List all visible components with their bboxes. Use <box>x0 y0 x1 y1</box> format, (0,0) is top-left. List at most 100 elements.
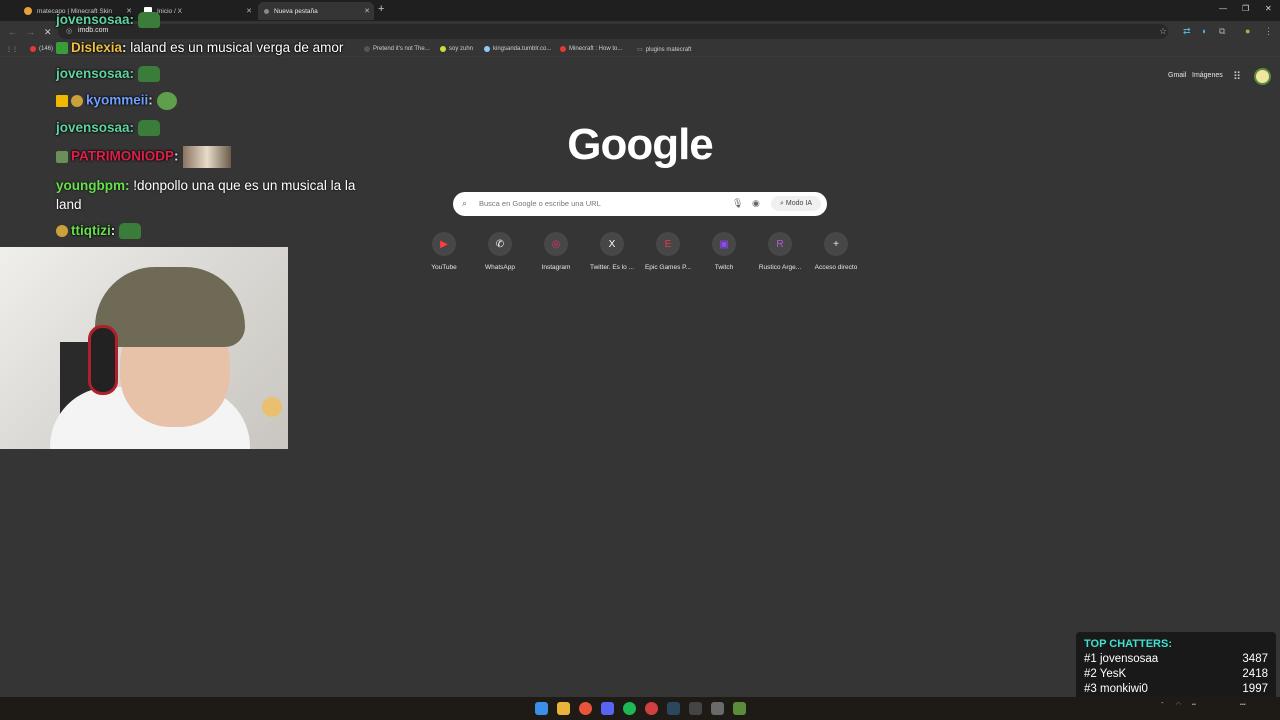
chat-username: Dislexia <box>71 40 123 55</box>
folder-icon: ▭ <box>637 47 643 53</box>
frog-emote-icon <box>138 120 161 137</box>
clock[interactable]: ▪▪▪ <box>1240 702 1246 708</box>
chat-message: PATRIMONIODP: <box>56 146 231 168</box>
crown-badge-icon <box>56 95 68 107</box>
shortcut-label: Acceso directo <box>814 264 858 271</box>
chat-message: jovensosaa: <box>56 12 161 29</box>
obs-icon[interactable] <box>645 702 658 715</box>
start-icon[interactable] <box>535 702 548 715</box>
images-link[interactable]: Imágenes <box>1192 72 1223 79</box>
chrome-menu-icon[interactable]: ⋮ <box>1264 26 1273 37</box>
bookmark-item[interactable]: (146) <box>30 46 53 52</box>
address-bar[interactable] <box>58 24 1168 39</box>
bookmark-favicon-icon <box>484 46 490 52</box>
chat-username: kyommeii <box>86 92 149 108</box>
forward-icon[interactable]: → <box>26 27 35 37</box>
tab-new-tab[interactable]: Nueva pestaña ✕ <box>258 2 374 20</box>
frog-emote-icon <box>119 223 142 240</box>
bookmark-star-icon[interactable]: ☆ <box>1159 26 1167 37</box>
apps-shortcut-icon[interactable]: ⋮⋮ <box>6 46 18 53</box>
minimize-icon[interactable]: — <box>1219 4 1227 13</box>
chat-username: jovensosaa <box>56 120 130 135</box>
top-chatters-title: TOP CHATTERS: <box>1084 638 1173 650</box>
bookmark-item[interactable]: Minecraft : How to... <box>560 46 622 52</box>
chatter-row: #3 monkiwi0 1997 <box>1084 683 1268 695</box>
extension-translate-icon[interactable]: ⇄ <box>1183 26 1191 37</box>
minecraft-icon[interactable] <box>733 702 746 715</box>
app-icon[interactable] <box>711 702 724 715</box>
bookmark-favicon-icon <box>440 46 446 52</box>
spotify-icon[interactable] <box>623 702 636 715</box>
ai-mode-button[interactable]: ⌕ Modo IA <box>771 196 821 211</box>
bookmark-item[interactable]: soy zuhn <box>440 46 473 52</box>
chat-username: jovensosaa <box>56 66 130 81</box>
chat-username: youngbpm <box>56 178 125 193</box>
chatter-row: #1 jovensosaa 3487 <box>1084 653 1268 665</box>
back-icon[interactable]: ← <box>8 27 17 37</box>
chatter-row: #2 YesK 2418 <box>1084 668 1268 680</box>
headphones <box>88 325 118 395</box>
chrome-icon[interactable] <box>579 702 592 715</box>
sub-badge-icon <box>56 225 68 238</box>
new-tab-icon[interactable]: + <box>378 3 384 15</box>
tray-chevron-icon[interactable]: ⌃ <box>1160 702 1165 708</box>
bookmark-item[interactable]: kingsanda.tumblr.co... <box>484 46 551 52</box>
youtube-bookmark-icon <box>30 46 36 52</box>
stop-loading-icon[interactable]: ✕ <box>44 27 52 38</box>
chat-message: ttiqtizi: <box>56 223 142 240</box>
loading-favicon-icon <box>264 8 269 14</box>
frog-emote-icon <box>138 12 161 29</box>
tab-title: Nueva pestaña <box>274 7 318 15</box>
chat-message: youngbpm: !donpollo una que es un musica… <box>56 178 356 212</box>
bookmark-item[interactable]: Pretend it's not The... <box>364 46 430 52</box>
webcam-overlay <box>0 247 288 449</box>
window-close-icon[interactable]: ✕ <box>1265 4 1272 13</box>
extensions-puzzle-icon[interactable]: ⧉ <box>1219 26 1225 37</box>
profile-toolbar-icon[interactable]: ● <box>1245 26 1250 36</box>
rustico-icon: R <box>768 232 792 256</box>
minecraft-skin-favicon-icon <box>24 7 32 15</box>
frog-emote-icon <box>138 66 161 83</box>
chat-message: jovensosaa: <box>56 120 161 137</box>
close-tab-icon[interactable]: ✕ <box>364 7 370 15</box>
sub-badge-icon <box>71 95 83 107</box>
chat-badge-icon <box>56 42 68 55</box>
avatar[interactable] <box>1254 68 1271 85</box>
wifi-icon[interactable]: ◠ <box>1176 702 1181 708</box>
chat-message: kyommeii: <box>56 92 177 110</box>
file-explorer-icon[interactable] <box>557 702 570 715</box>
discord-icon[interactable] <box>601 702 614 715</box>
shortcut-tile[interactable]: + Acceso directo <box>801 232 871 271</box>
search-icon: ⌕ <box>462 198 468 208</box>
extension-audio-icon[interactable]: ◖ <box>1201 26 1206 36</box>
chat-message: jovensosaa: <box>56 66 161 83</box>
epic-icon: E <box>656 232 680 256</box>
chat-username: ttiqtizi <box>71 223 111 238</box>
google-apps-icon[interactable]: ⠿ <box>1233 70 1241 83</box>
epic-games-icon[interactable] <box>689 702 702 715</box>
maximize-icon[interactable]: ❐ <box>1242 4 1249 13</box>
chat-username: PATRIMONIODP <box>71 148 174 164</box>
pepe-emote-icon <box>156 92 177 110</box>
microphone-icon[interactable]: 🎙 <box>732 198 743 209</box>
instagram-icon: ◎ <box>544 232 568 256</box>
tab-title: Inicio / X <box>157 7 182 15</box>
windows-taskbar <box>0 697 1280 720</box>
whatsapp-icon: ✆ <box>488 232 512 256</box>
gmail-link[interactable]: Gmail <box>1168 72 1186 79</box>
bookmark-favicon-icon <box>364 46 370 52</box>
twitch-icon: ▣ <box>712 232 736 256</box>
image-emote-icon <box>182 146 231 168</box>
steam-icon[interactable] <box>667 702 680 715</box>
lens-camera-icon[interactable]: ◉ <box>752 198 760 209</box>
background-light <box>262 397 282 417</box>
close-tab-icon[interactable]: ✕ <box>246 7 252 15</box>
bookmark-folder[interactable]: ▭ plugins matecraft <box>637 46 691 54</box>
x-icon: X <box>600 232 624 256</box>
search-input[interactable]: Busca en Google o escribe una URL <box>479 199 601 208</box>
chat-text: laland es un musical verga de amor <box>130 40 344 55</box>
language-indicator[interactable]: ▪▪ <box>1192 702 1196 708</box>
chat-badge-icon <box>56 151 68 163</box>
youtube-icon: ▶ <box>432 232 456 256</box>
chat-message: Dislexia: laland es un musical verga de … <box>56 40 343 55</box>
